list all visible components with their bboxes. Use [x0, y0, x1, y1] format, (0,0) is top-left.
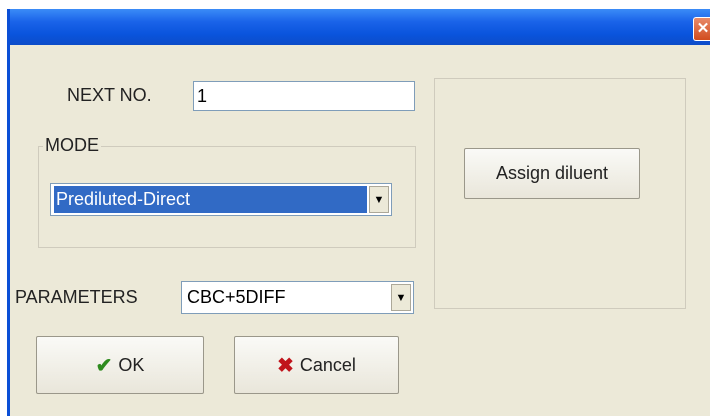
assign-diluent-label: Assign diluent — [495, 163, 609, 183]
mode-selected-value: Prediluted-Direct — [54, 186, 367, 213]
mode-group-label: MODE — [43, 135, 101, 156]
ok-button[interactable]: ✔ OK — [36, 336, 204, 394]
mode-select[interactable]: Prediluted-Direct ▼ — [50, 183, 392, 216]
x-icon: ✖ — [277, 354, 294, 377]
check-icon: ✔ — [95, 354, 113, 377]
ok-label: OK — [118, 354, 145, 375]
dialog-body: NEXT NO. 1 MODE Prediluted-Direct ▼ PARA… — [10, 45, 710, 416]
cancel-button[interactable]: ✖ Cancel — [234, 336, 399, 394]
parameters-select[interactable]: CBC+5DIFF ▼ — [181, 281, 414, 314]
assign-diluent-button[interactable]: Assign diluent — [464, 148, 640, 199]
chevron-down-icon[interactable]: ▼ — [391, 284, 411, 311]
chevron-down-icon[interactable]: ▼ — [369, 186, 389, 213]
parameters-selected-value: CBC+5DIFF — [187, 287, 286, 307]
title-bar[interactable]: ✕ — [10, 9, 710, 45]
parameters-label: PARAMETERS — [15, 287, 138, 307]
cancel-label: Cancel — [299, 354, 356, 375]
close-button[interactable]: ✕ — [693, 17, 710, 41]
next-no-input[interactable]: 1 — [193, 81, 415, 111]
dialog-window: ✕ NEXT NO. 1 MODE Prediluted-Direct ▼ PA… — [7, 9, 710, 416]
next-no-label: NEXT NO. — [67, 85, 152, 105]
close-icon: ✕ — [696, 20, 710, 37]
